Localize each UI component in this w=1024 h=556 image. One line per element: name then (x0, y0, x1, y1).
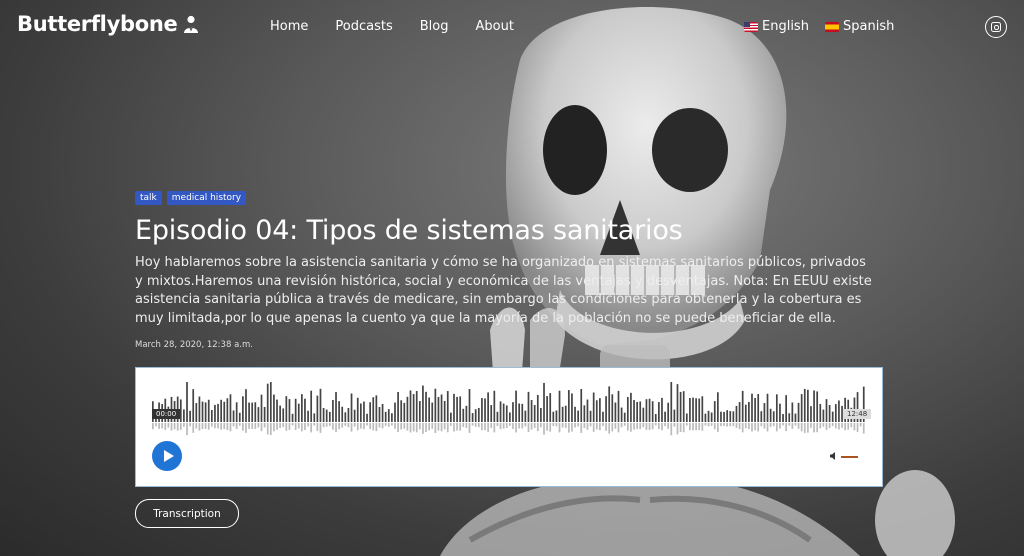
episode-description: Hoy hablaremos sobre la asistencia sanit… (135, 255, 872, 326)
doctor-logo-icon (184, 15, 199, 33)
nav-podcasts[interactable]: Podcasts (335, 19, 392, 34)
us-flag-icon (744, 21, 758, 32)
volume-icon[interactable] (830, 452, 838, 460)
duration-time: 12:48 (843, 409, 872, 419)
instagram-icon (991, 22, 1001, 32)
nav-home[interactable]: Home (270, 19, 308, 34)
tag-talk[interactable]: talk (135, 191, 162, 205)
instagram-link[interactable] (985, 16, 1007, 38)
site-header: Butterflybone Home Podcasts Blog About E… (0, 0, 1024, 56)
language-english[interactable]: English (744, 19, 809, 34)
nav-about[interactable]: About (475, 19, 513, 34)
tag-medical-history[interactable]: medical history (166, 191, 247, 205)
transcription-button[interactable]: Transcription (135, 499, 239, 528)
language-spanish-label: Spanish (843, 19, 895, 34)
audio-waveform[interactable] (152, 382, 866, 436)
volume-slider[interactable] (841, 456, 858, 458)
episode-details: talk medical history Episodio 04: Tipos … (135, 191, 885, 350)
brand-logo[interactable]: Butterflybone (17, 12, 199, 36)
episode-title: Episodio 04: Tipos de sistemas sanitario… (135, 215, 683, 246)
language-spanish[interactable]: Spanish (825, 19, 894, 34)
language-english-label: English (762, 19, 809, 34)
episode-tags: talk medical history (135, 191, 885, 205)
spain-flag-icon (825, 21, 839, 32)
brand-name[interactable]: Butterflybone (17, 12, 178, 36)
episode-date: March 28, 2020, 12:38 a.m. (135, 340, 253, 350)
play-button[interactable] (152, 441, 182, 471)
main-nav: Home Podcasts Blog About (270, 19, 541, 34)
nav-blog[interactable]: Blog (420, 19, 449, 34)
audio-player: 00:00 12:48 (135, 367, 883, 487)
current-time: 00:00 (152, 409, 181, 419)
